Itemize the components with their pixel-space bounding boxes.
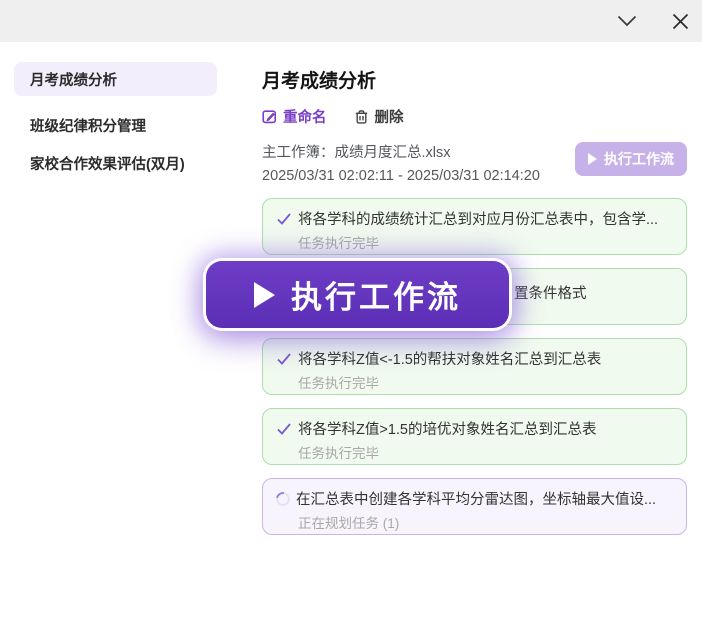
run-workflow-label: 执行工作流 — [604, 149, 674, 169]
pencil-square-icon — [262, 109, 277, 124]
task-status: 任务执行完毕 — [298, 442, 673, 462]
task-title: 在汇总表中创建各学科平均分雷达图，坐标轴最大值设... — [296, 488, 656, 509]
task-card-4[interactable]: 将各学科Z值>1.5的培优对象姓名汇总到汇总表 任务执行完毕 — [262, 408, 687, 465]
rename-button[interactable]: 重命名 — [262, 106, 327, 127]
close-icon — [672, 13, 689, 30]
task-status: 任务执行完毕 — [298, 232, 673, 252]
workflow-sidebar: 月考成绩分析 班级纪律积分管理 家校合作效果评估(双月) — [14, 62, 217, 180]
sidebar-item-label: 家校合作效果评估(双月) — [30, 153, 185, 174]
workflow-panel: 月考成绩分析 班级纪律积分管理 家校合作效果评估(双月) 月考成绩分析 重命名 — [0, 0, 702, 626]
sidebar-item-label: 月考成绩分析 — [30, 69, 117, 90]
rename-label: 重命名 — [283, 106, 327, 127]
window-titlebar — [0, 0, 702, 42]
task-card-1[interactable]: 将各学科的成绩统计汇总到对应月份汇总表中，包含学... 任务执行完毕 — [262, 198, 687, 255]
sidebar-item-home-school-evaluation[interactable]: 家校合作效果评估(双月) — [14, 146, 217, 180]
run-workflow-overlay-label: 执行工作流 — [291, 272, 461, 317]
run-workflow-overlay-button[interactable]: 执行工作流 — [206, 261, 509, 328]
page-title: 月考成绩分析 — [262, 66, 687, 93]
trash-icon — [354, 109, 369, 125]
sidebar-item-monthly-score-analysis[interactable]: 月考成绩分析 — [14, 62, 217, 96]
play-icon — [588, 153, 597, 165]
task-status: 任务执行完毕 — [298, 372, 673, 392]
check-icon — [276, 351, 292, 367]
task-title: 置条件格式 — [514, 282, 587, 303]
task-title: 将各学科的成绩统计汇总到对应月份汇总表中，包含学... — [298, 208, 658, 229]
task-status: 正在规划任务 (1) — [298, 512, 673, 532]
task-title: 将各学科Z值<-1.5的帮扶对象姓名汇总到汇总表 — [298, 348, 601, 369]
delete-button[interactable]: 删除 — [354, 106, 404, 127]
sidebar-item-label: 班级纪律积分管理 — [30, 115, 146, 136]
task-list: 将各学科的成绩统计汇总到对应月份汇总表中，包含学... 任务执行完毕 置条件格式… — [262, 198, 687, 548]
collapse-button[interactable] — [613, 7, 641, 35]
play-icon — [254, 282, 275, 308]
check-icon — [276, 211, 292, 227]
delete-label: 删除 — [375, 106, 404, 127]
task-card-3[interactable]: 将各学科Z值<-1.5的帮扶对象姓名汇总到汇总表 任务执行完毕 — [262, 338, 687, 395]
run-workflow-button[interactable]: 执行工作流 — [575, 142, 687, 176]
sidebar-item-class-discipline-points[interactable]: 班级纪律积分管理 — [14, 108, 217, 142]
chevron-down-icon — [617, 15, 637, 27]
task-card-5[interactable]: 在汇总表中创建各学科平均分雷达图，坐标轴最大值设... 正在规划任务 (1) — [262, 478, 687, 535]
task-title: 将各学科Z值>1.5的培优对象姓名汇总到汇总表 — [298, 418, 596, 439]
close-button[interactable] — [666, 7, 694, 35]
check-icon — [276, 421, 292, 437]
detail-actions: 重命名 删除 — [262, 106, 687, 127]
workflow-detail: 月考成绩分析 重命名 — [262, 66, 687, 606]
spinner-icon — [273, 489, 292, 508]
